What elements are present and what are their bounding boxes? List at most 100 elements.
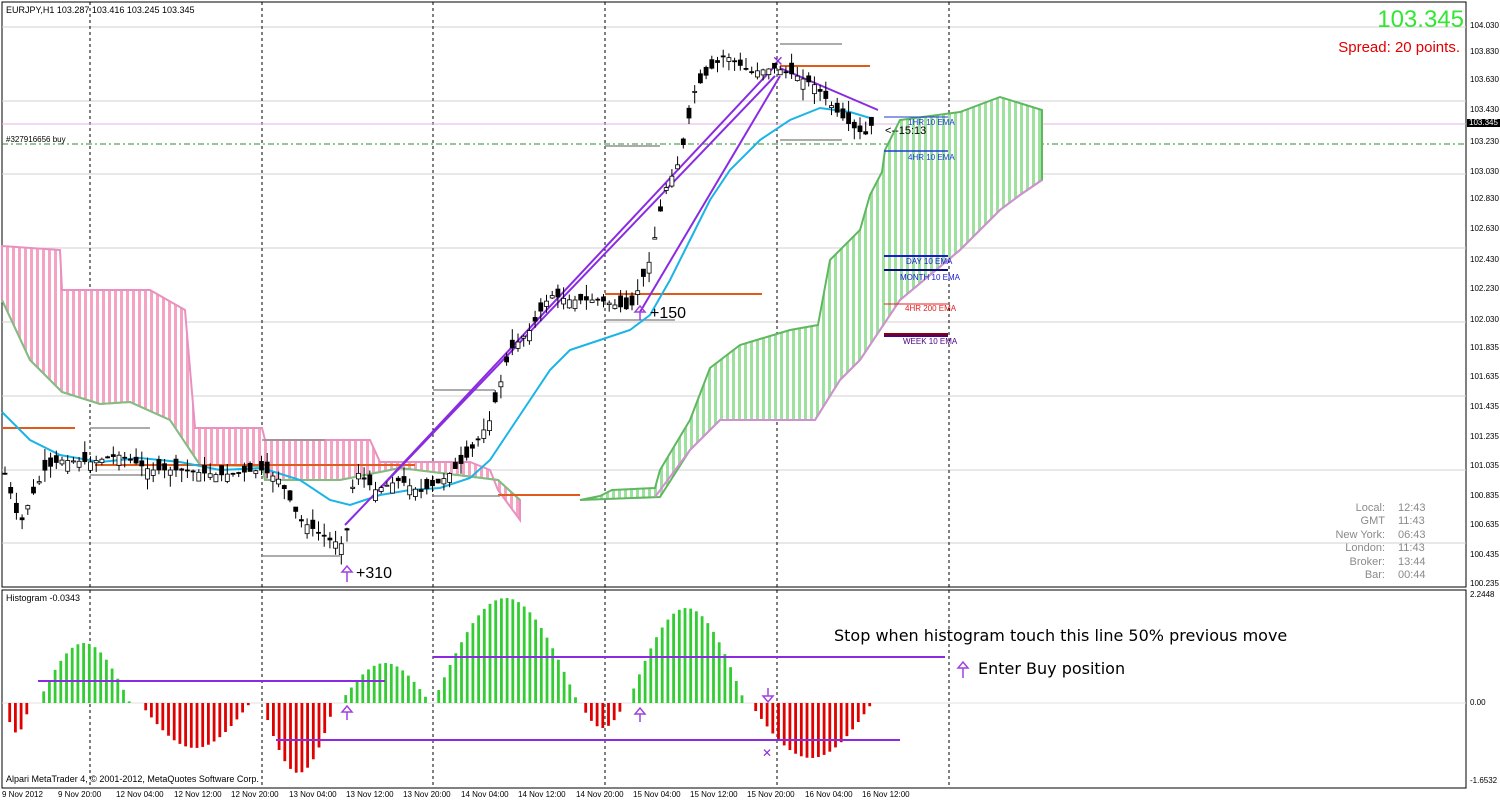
histogram-bar	[689, 608, 693, 703]
histogram-bar	[418, 689, 422, 703]
histogram-bar	[412, 681, 416, 703]
clock-label-bar: Bar:	[1364, 569, 1385, 581]
histogram-bar	[384, 663, 387, 703]
candle-body	[834, 102, 840, 113]
candle-body	[139, 460, 145, 467]
ema-label-4hr: 4HR 10 EMA	[908, 153, 955, 162]
time-tick: 9 Nov 20:00	[58, 790, 102, 799]
hist-tick: 2.2448	[1470, 590, 1495, 599]
up-arrow-icon	[340, 704, 354, 720]
histogram-bar	[229, 703, 233, 727]
candle-body	[173, 458, 179, 471]
candle-body	[127, 458, 133, 461]
signal-arrows	[340, 304, 970, 722]
price-tick-current: 103.345	[1467, 118, 1500, 127]
clock-value-bar: 00:44	[1398, 569, 1426, 581]
histogram-bar	[122, 689, 125, 703]
candle-body	[316, 531, 321, 534]
candle-body	[236, 472, 242, 474]
price-tick: 104.030	[1470, 21, 1499, 30]
candle-body	[230, 472, 236, 475]
histogram-bar	[868, 703, 872, 707]
histogram-bar	[839, 703, 843, 743]
candle-body	[806, 75, 812, 83]
candle-body	[48, 457, 53, 467]
histogram-bar	[212, 703, 216, 742]
candle-body	[504, 356, 510, 363]
candle-body	[863, 131, 869, 135]
histogram-bar	[706, 623, 710, 703]
candle-body	[720, 55, 726, 58]
candle-body	[686, 107, 692, 119]
candle-body	[584, 296, 589, 301]
histogram-bar	[329, 703, 332, 717]
histogram-bar	[511, 599, 515, 703]
candle-body	[492, 392, 498, 403]
candle-body	[840, 108, 846, 119]
histogram-bar	[448, 664, 452, 703]
up-arrow-icon	[340, 564, 354, 582]
candle-body	[760, 69, 766, 76]
candle-body	[812, 84, 817, 95]
histogram-bar	[856, 703, 860, 723]
histogram-bar	[289, 703, 292, 769]
histogram-bar	[294, 703, 298, 773]
histogram-bar	[235, 703, 239, 720]
order-label[interactable]: #327916656 buy	[6, 136, 66, 144]
up-arrow-icon	[956, 660, 970, 678]
candle-body	[549, 295, 555, 299]
histogram-bar	[323, 703, 327, 734]
histogram-bar	[851, 703, 854, 730]
histogram-bar	[595, 703, 599, 727]
candle-body	[800, 78, 806, 90]
candle-body	[401, 476, 407, 483]
candle-body	[601, 296, 606, 302]
histogram-bar	[712, 631, 715, 703]
trend-lines[interactable]	[344, 65, 879, 526]
chart-canvas[interactable]: ✕ ✕	[0, 0, 1500, 802]
histogram-bar	[116, 678, 120, 703]
histogram-bar	[127, 701, 131, 703]
candle-body	[93, 460, 99, 464]
candle-body	[76, 460, 82, 468]
candle-body	[253, 470, 259, 474]
candle-body	[823, 90, 829, 99]
candle-body	[561, 297, 566, 305]
histogram-bar	[241, 703, 244, 713]
histogram-bar	[144, 703, 148, 711]
histogram-bar	[184, 703, 187, 747]
histogram-bar	[612, 703, 616, 721]
histogram-bar	[361, 674, 365, 703]
candle-body	[509, 339, 515, 349]
histogram-bar	[607, 703, 610, 726]
histogram-bar	[817, 703, 820, 758]
candle-body	[167, 469, 173, 476]
price-tick: 102.030	[1470, 315, 1499, 324]
time-tick: 12 Nov 20:00	[231, 790, 279, 799]
histogram-bar	[760, 703, 763, 719]
candle-body	[287, 490, 293, 501]
up-arrow-icon	[633, 706, 647, 722]
histogram-bar	[584, 703, 588, 713]
candle-body	[105, 456, 110, 459]
price-tick: 100.235	[1470, 579, 1499, 588]
time-tick: 12 Nov 04:00	[116, 790, 164, 799]
candle-body	[367, 474, 373, 486]
histogram-bar	[155, 703, 159, 725]
candle-body	[207, 473, 213, 478]
candle-body	[264, 461, 270, 474]
candle-body	[53, 455, 59, 463]
price-tick: 103.830	[1470, 47, 1499, 56]
clock-label-broker: Broker:	[1349, 556, 1385, 568]
histogram-bar	[488, 603, 492, 703]
clock-label-local: Local:	[1355, 502, 1385, 514]
candle-body	[766, 68, 772, 76]
candle-body	[851, 121, 857, 129]
candle-body	[458, 454, 464, 464]
candle-body	[116, 454, 122, 466]
candle-body	[743, 68, 749, 70]
candle-body	[749, 71, 755, 74]
candle-body	[13, 502, 19, 514]
histogram-bar	[494, 600, 498, 703]
histogram-title: Histogram -0.0343	[6, 593, 81, 603]
